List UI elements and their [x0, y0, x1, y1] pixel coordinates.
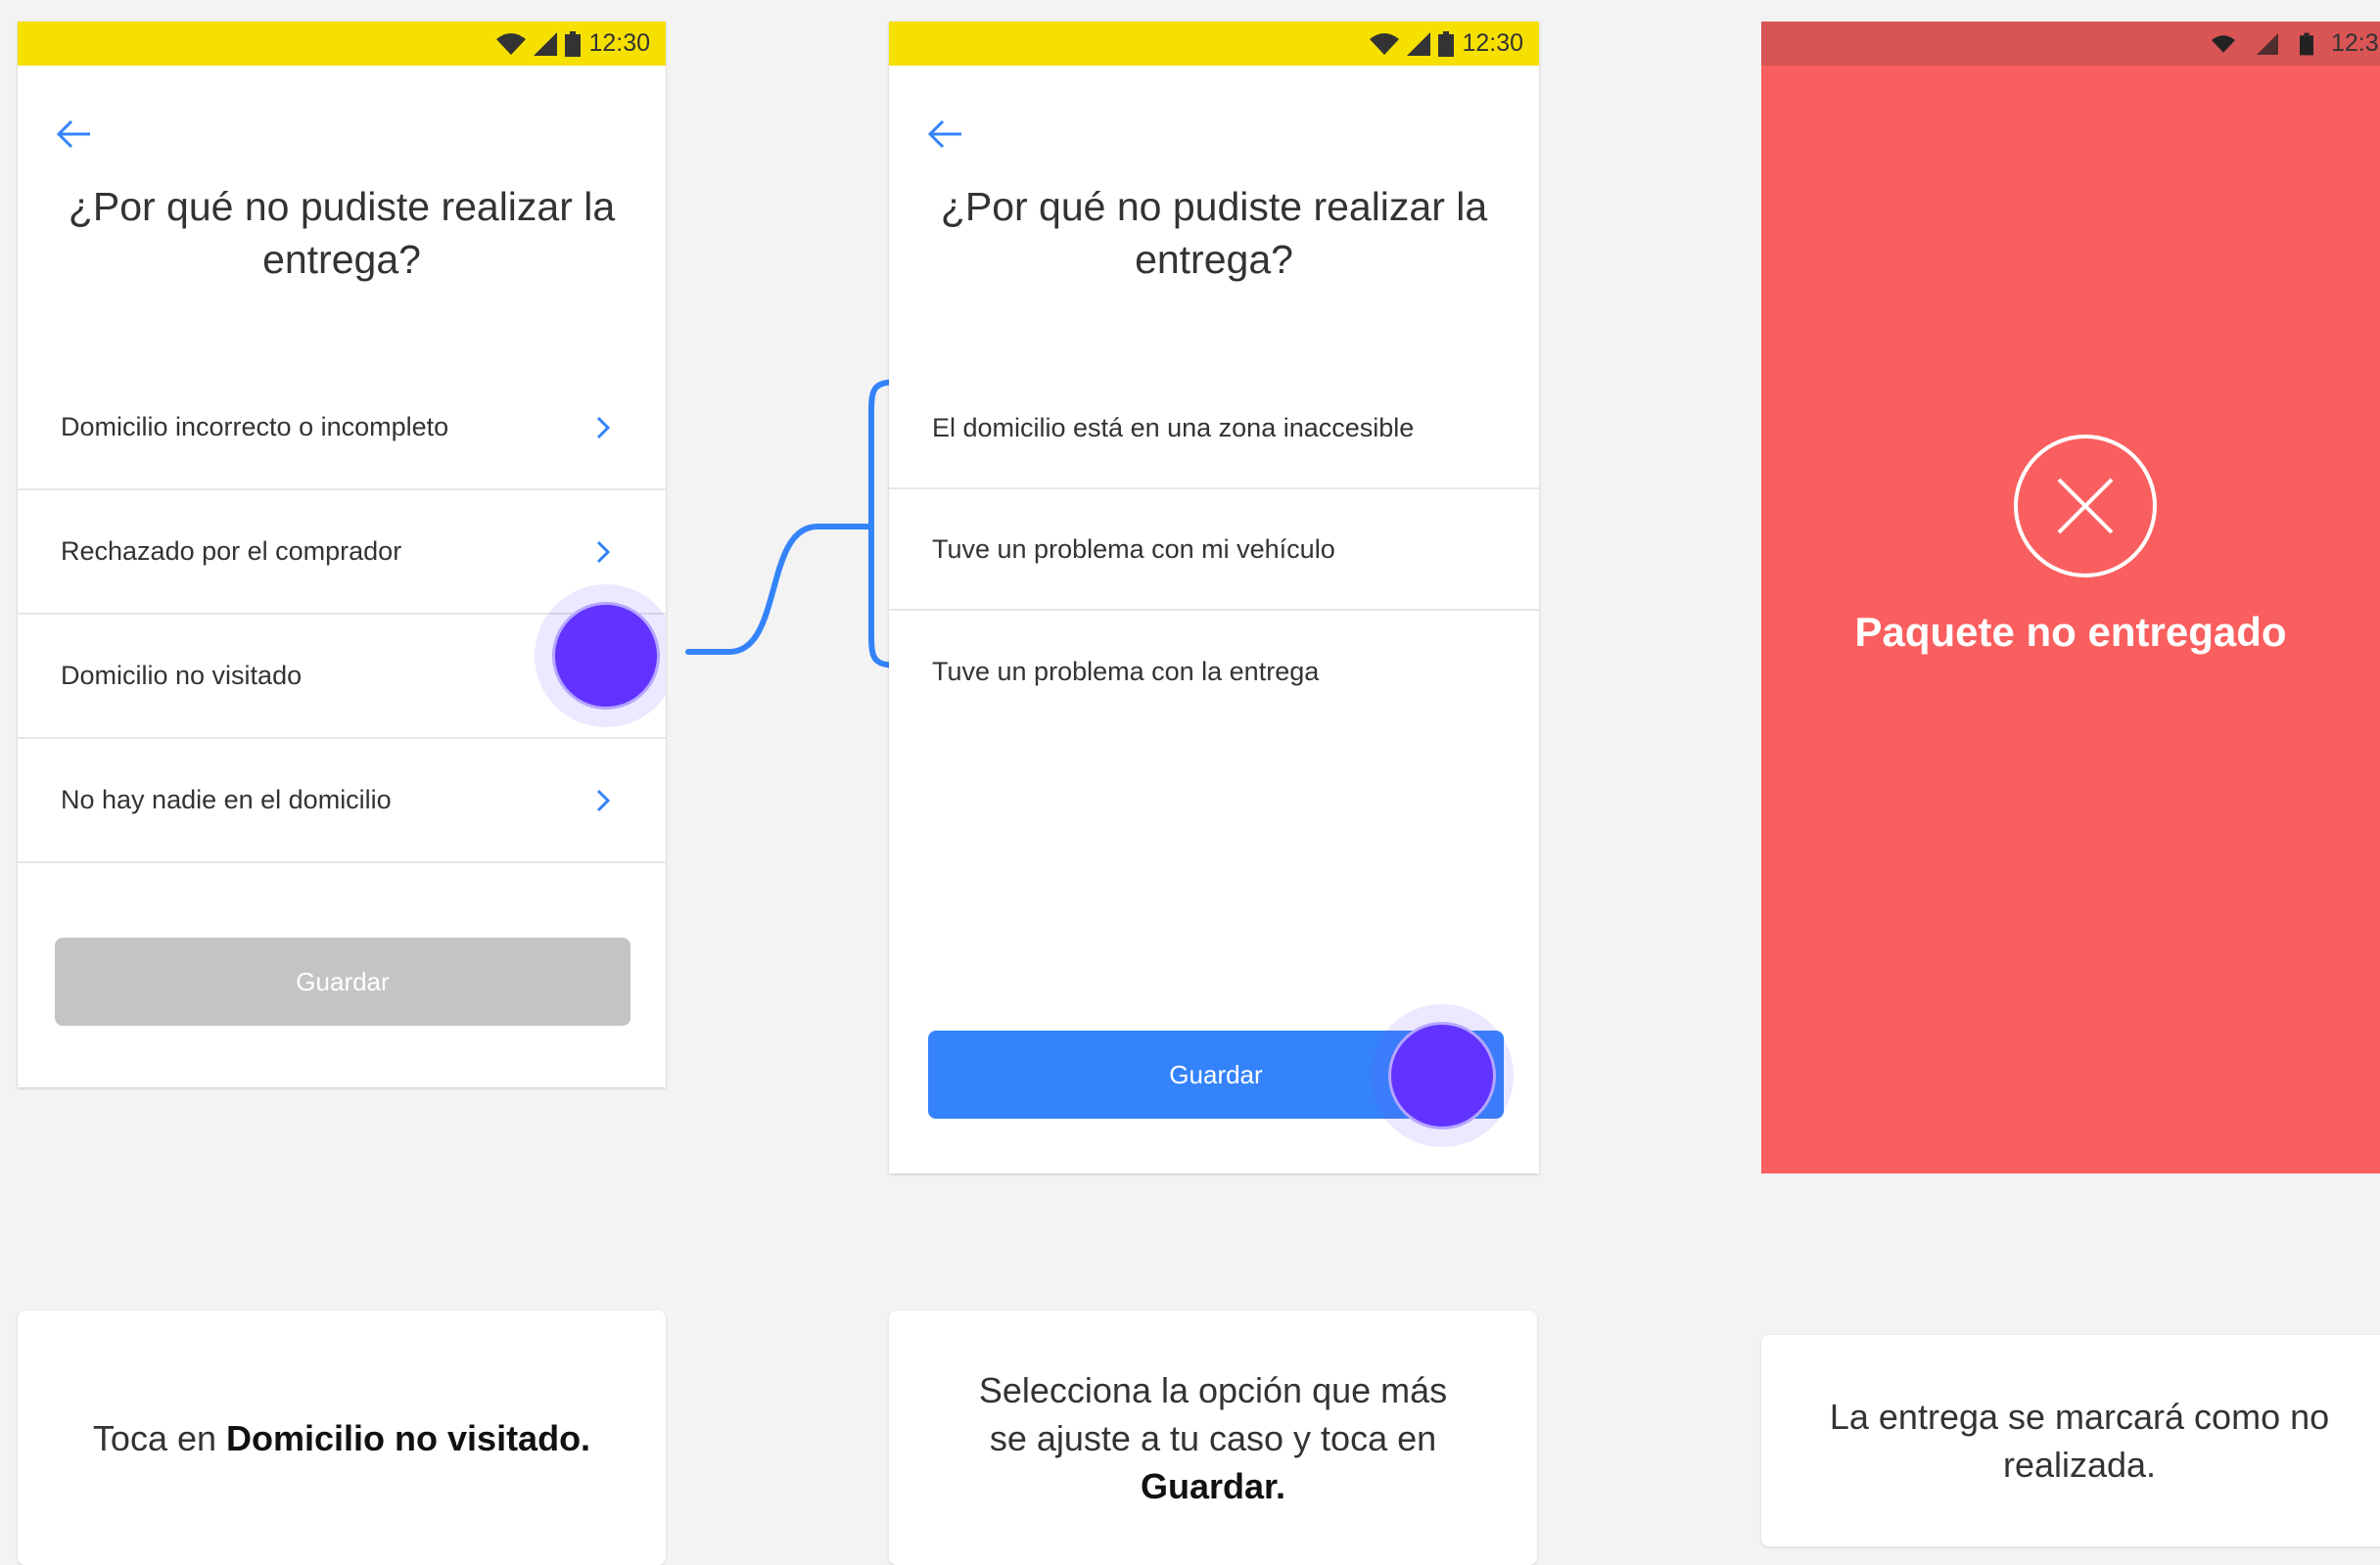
option-label: Rechazado por el comprador [61, 536, 402, 566]
signal-icon [1407, 31, 1431, 56]
option-label: Domicilio no visitado [61, 661, 303, 690]
wifi-icon [496, 32, 527, 55]
status-time: 12:30 [1462, 29, 1523, 57]
status-bar: 12:3 [1761, 22, 2380, 66]
option-label: Tuve un problema con mi vehículo [932, 533, 1335, 564]
page-title: ¿Por qué no pudiste realizar la entrega? [940, 184, 1488, 282]
flow-connector [685, 379, 906, 668]
caption-text-2: Selecciona la opción que más se ajuste a… [978, 1369, 1448, 1506]
chevron-right-icon [596, 540, 611, 563]
status-bar: 12:30 [18, 22, 666, 66]
option-problema-entrega[interactable]: Tuve un problema con la entrega [889, 611, 1539, 732]
screen-3: 12:3 Paquete no entregado [1761, 22, 2380, 1174]
battery-icon [2300, 32, 2313, 55]
screen-1: 12:30 ¿Por qué no pudiste realizar la en… [18, 22, 666, 1087]
chevron-right-icon [596, 789, 611, 811]
status-time: 12:3 [2331, 29, 2379, 57]
back-arrow-icon[interactable] [55, 117, 94, 151]
option-label: El domicilio está en una zona inaccesibl… [932, 412, 1415, 442]
option-no-hay-nadie[interactable]: No hay nadie en el domicilio [18, 739, 666, 863]
back-arrow-icon[interactable] [926, 117, 965, 151]
chevron-right-icon [596, 416, 611, 438]
option-label: Tuve un problema con la entrega [932, 656, 1320, 686]
close-circle-icon [2014, 435, 2157, 577]
caption-card-2: Selecciona la opción que más se ajuste a… [889, 1311, 1537, 1565]
option-zona-inaccesible[interactable]: El domicilio está en una zona inaccesibl… [889, 368, 1539, 489]
caption-text-1: Toca en Domicilio no visitado. [92, 1417, 591, 1458]
status-time: 12:30 [588, 29, 650, 57]
caption-text-3: La entrega se marcará como no realizada. [1829, 1397, 2330, 1485]
option-problema-vehiculo[interactable]: Tuve un problema con mi vehículo [889, 489, 1539, 611]
option-domicilio-incorrecto[interactable]: Domicilio incorrecto o incompleto [18, 366, 666, 490]
battery-icon [1438, 30, 1455, 57]
wifi-icon [1370, 32, 1400, 55]
signal-icon [534, 31, 558, 56]
screen-2: 12:30 ¿Por qué no pudiste realizar la en… [889, 22, 1539, 1174]
option-label: Domicilio incorrecto o incompleto [61, 412, 449, 441]
wifi-icon [2212, 34, 2235, 53]
caption-card-3: La entrega se marcará como no realizada. [1761, 1335, 2380, 1546]
save-button-disabled[interactable]: Guardar [55, 938, 630, 1026]
caption-card-1: Toca en Domicilio no visitado. [18, 1311, 666, 1565]
option-label: No hay nadie en el domicilio [61, 785, 392, 814]
status-message: Paquete no entregado [1854, 609, 2287, 655]
signal-icon [2257, 32, 2278, 55]
touch-indicator [552, 602, 660, 710]
touch-indicator [1388, 1022, 1496, 1129]
status-bar: 12:30 [889, 22, 1539, 66]
page-title: ¿Por qué no pudiste realizar la entrega? [68, 184, 616, 282]
battery-icon [565, 30, 582, 57]
